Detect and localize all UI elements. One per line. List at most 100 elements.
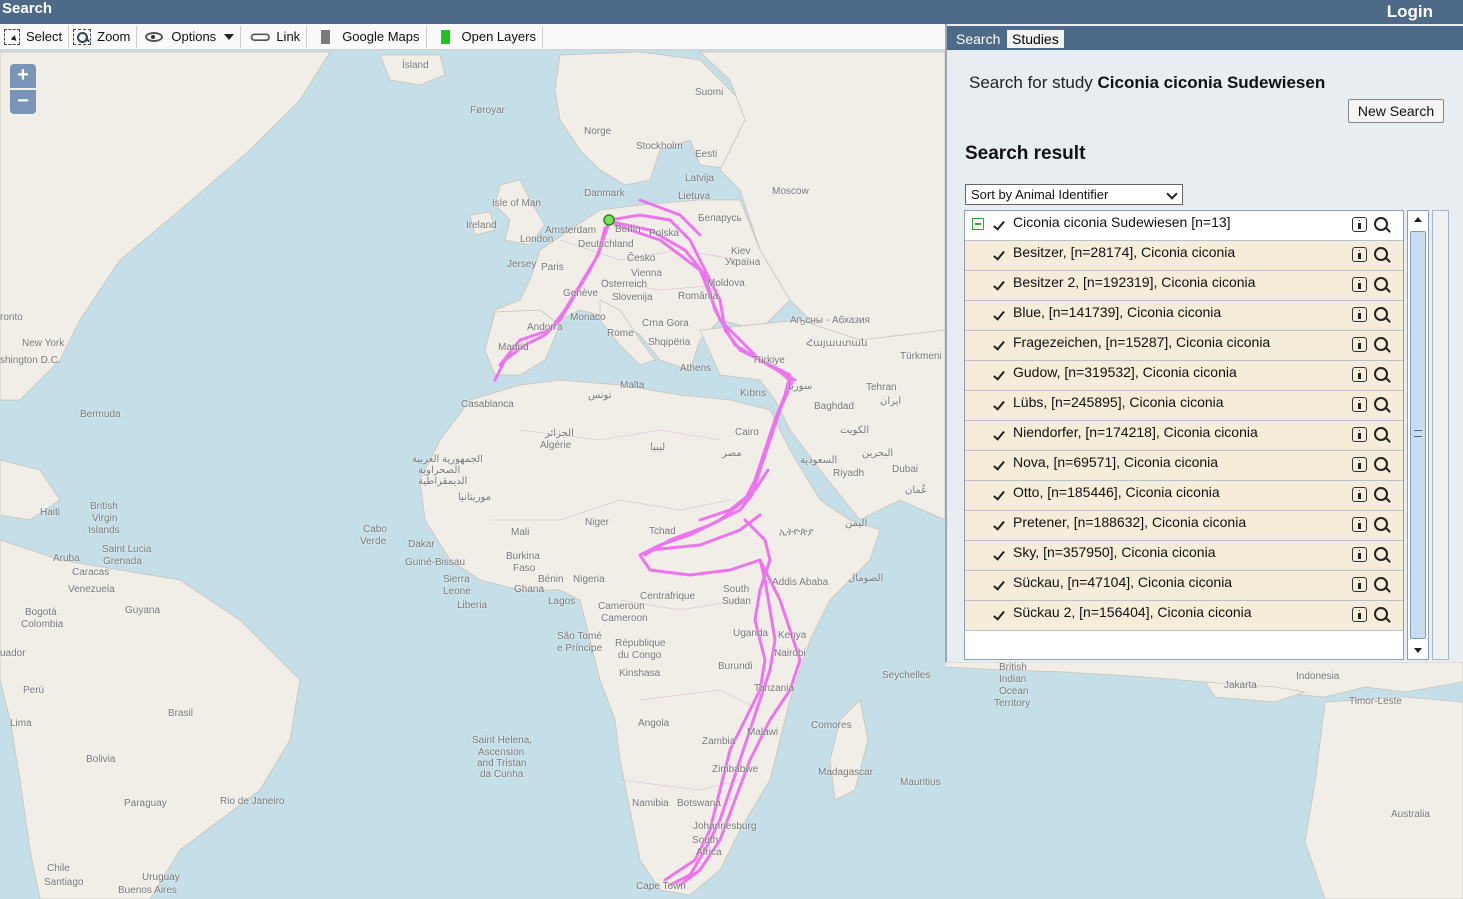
map-label: Ghana <box>514 584 545 595</box>
zoom-tool-button[interactable]: Zoom <box>69 25 138 48</box>
checkbox[interactable] <box>993 519 1005 531</box>
info-icon[interactable] <box>1352 247 1367 262</box>
map-label: Kinshasa <box>619 668 661 679</box>
magnifier-icon[interactable] <box>1374 247 1392 265</box>
checkbox[interactable] <box>993 219 1005 231</box>
map-canvas-east[interactable]: British Indian Ocean Territory Jakarta I… <box>945 662 1463 899</box>
map-label: ليبيا <box>650 442 666 453</box>
map-label: الجزائر <box>545 428 574 439</box>
magnifier-icon[interactable] <box>1374 277 1392 295</box>
panel-scrollbar[interactable] <box>1432 210 1449 660</box>
checkbox[interactable] <box>993 609 1005 621</box>
scroll-thumb[interactable] <box>1410 231 1426 639</box>
map-label: ایران <box>880 396 902 407</box>
magnifier-icon[interactable] <box>1374 307 1392 325</box>
tab-studies[interactable]: Studies <box>1007 30 1064 48</box>
info-icon[interactable] <box>1352 517 1367 532</box>
map-label: ኢትዮጵያ <box>779 527 814 538</box>
info-icon[interactable] <box>1352 367 1367 382</box>
options-dropdown-button[interactable]: Options <box>137 25 242 48</box>
magnifier-icon[interactable] <box>1374 457 1392 475</box>
map-label: Ascension <box>478 747 525 758</box>
checkbox[interactable] <box>993 369 1005 381</box>
info-icon[interactable] <box>1352 427 1367 442</box>
map-label: République <box>615 638 666 649</box>
animal-row[interactable]: Sückau, [n=47104], Ciconia ciconia <box>965 571 1403 601</box>
animal-row[interactable]: Otto, [n=185446], Ciconia ciconia <box>965 481 1403 511</box>
map-label: Ireland <box>466 220 497 231</box>
magnifier-icon[interactable] <box>1374 517 1392 535</box>
collapse-icon[interactable] <box>972 218 984 230</box>
animal-row[interactable]: Pretener, [n=188632], Ciconia ciconia <box>965 511 1403 541</box>
magnifier-icon[interactable] <box>1374 427 1392 445</box>
map-label: Buenos Aires <box>118 885 177 896</box>
scroll-up-arrow-icon[interactable] <box>1408 211 1428 229</box>
sort-select[interactable]: Sort by Animal Identifier <box>965 184 1183 205</box>
study-row[interactable]: Ciconia ciconia Sudewiesen [n=13] <box>965 211 1403 241</box>
info-icon[interactable] <box>1352 277 1367 292</box>
animal-row-label: Gudow, [n=319532], Ciconia ciconia <box>1013 364 1237 380</box>
map-label: Bolivia <box>86 754 116 765</box>
info-icon[interactable] <box>1352 337 1367 352</box>
animal-row[interactable]: Blue, [n=141739], Ciconia ciconia <box>965 301 1403 331</box>
checkbox[interactable] <box>993 309 1005 321</box>
animal-row[interactable]: Niendorfer, [n=174218], Ciconia ciconia <box>965 421 1403 451</box>
checkbox[interactable] <box>993 279 1005 291</box>
animal-row[interactable]: Lübs, [n=245895], Ciconia ciconia <box>965 391 1403 421</box>
checkbox[interactable] <box>993 429 1005 441</box>
map-canvas[interactable]: Ísland Føroyar Norge Suomi Stockholm Ees… <box>0 50 945 899</box>
study-name: Ciconia ciconia Sudewiesen <box>1097 73 1326 92</box>
magnifier-icon[interactable] <box>1374 547 1392 565</box>
info-icon[interactable] <box>1352 577 1367 592</box>
animal-row[interactable]: Sky, [n=357950], Ciconia ciconia <box>965 541 1403 571</box>
animal-row-label: Besitzer 2, [n=192319], Ciconia ciconia <box>1013 274 1256 290</box>
result-list-scrollbar[interactable] <box>1407 210 1429 660</box>
animal-row[interactable]: Nova, [n=69571], Ciconia ciconia <box>965 451 1403 481</box>
info-icon[interactable] <box>1352 457 1367 472</box>
checkbox[interactable] <box>993 459 1005 471</box>
checkbox[interactable] <box>993 579 1005 591</box>
select-tool-button[interactable]: Select <box>0 25 70 48</box>
animal-row[interactable]: Gudow, [n=319532], Ciconia ciconia <box>965 361 1403 391</box>
info-icon[interactable] <box>1352 547 1367 562</box>
map-label: du Congo <box>618 650 662 661</box>
magnifier-icon[interactable] <box>1374 607 1392 625</box>
map-label: Danmark <box>584 188 625 199</box>
map-label: Virgin <box>92 513 118 524</box>
zoom-out-button[interactable]: − <box>10 90 36 114</box>
magnifier-icon[interactable] <box>1374 397 1392 415</box>
new-search-button[interactable]: New Search <box>1348 99 1444 123</box>
map-label: Mauritius <box>900 777 941 788</box>
tab-search[interactable]: Search <box>951 30 1005 48</box>
checkbox[interactable] <box>993 489 1005 501</box>
animal-row[interactable]: Besitzer 2, [n=192319], Ciconia ciconia <box>965 271 1403 301</box>
magnifier-icon[interactable] <box>1374 217 1392 235</box>
animal-row[interactable]: Sückau 2, [n=156404], Ciconia ciconia <box>965 601 1403 631</box>
link-button[interactable]: ⊂⊃ Link <box>241 25 308 48</box>
map-label: Comores <box>811 720 852 731</box>
magnifier-icon[interactable] <box>1374 487 1392 505</box>
checkbox[interactable] <box>993 399 1005 411</box>
open-layers-layer-button[interactable]: Open Layers <box>427 25 543 48</box>
animal-row[interactable]: Besitzer, [n=28174], Ciconia ciconia <box>965 241 1403 271</box>
info-icon[interactable] <box>1352 607 1367 622</box>
map-label: Isle of Man <box>492 198 541 209</box>
link-icon: ⊂⊃ <box>249 28 271 46</box>
magnifier-icon[interactable] <box>1374 337 1392 355</box>
animal-row[interactable]: Fragezeichen, [n=15287], Ciconia ciconia <box>965 331 1403 361</box>
map-label: Casablanca <box>461 399 514 410</box>
google-maps-layer-button[interactable]: Google Maps <box>307 25 427 48</box>
checkbox[interactable] <box>993 249 1005 261</box>
map-label: Tchad <box>649 526 676 537</box>
scroll-down-arrow-icon[interactable] <box>1408 641 1428 659</box>
info-icon[interactable] <box>1352 397 1367 412</box>
magnifier-icon[interactable] <box>1374 577 1392 595</box>
info-icon[interactable] <box>1352 487 1367 502</box>
checkbox[interactable] <box>993 339 1005 351</box>
checkbox[interactable] <box>993 549 1005 561</box>
info-icon[interactable] <box>1352 217 1367 232</box>
login-link[interactable]: Login <box>1387 1 1433 23</box>
magnifier-icon[interactable] <box>1374 367 1392 385</box>
zoom-in-button[interactable]: + <box>10 64 36 88</box>
info-icon[interactable] <box>1352 307 1367 322</box>
